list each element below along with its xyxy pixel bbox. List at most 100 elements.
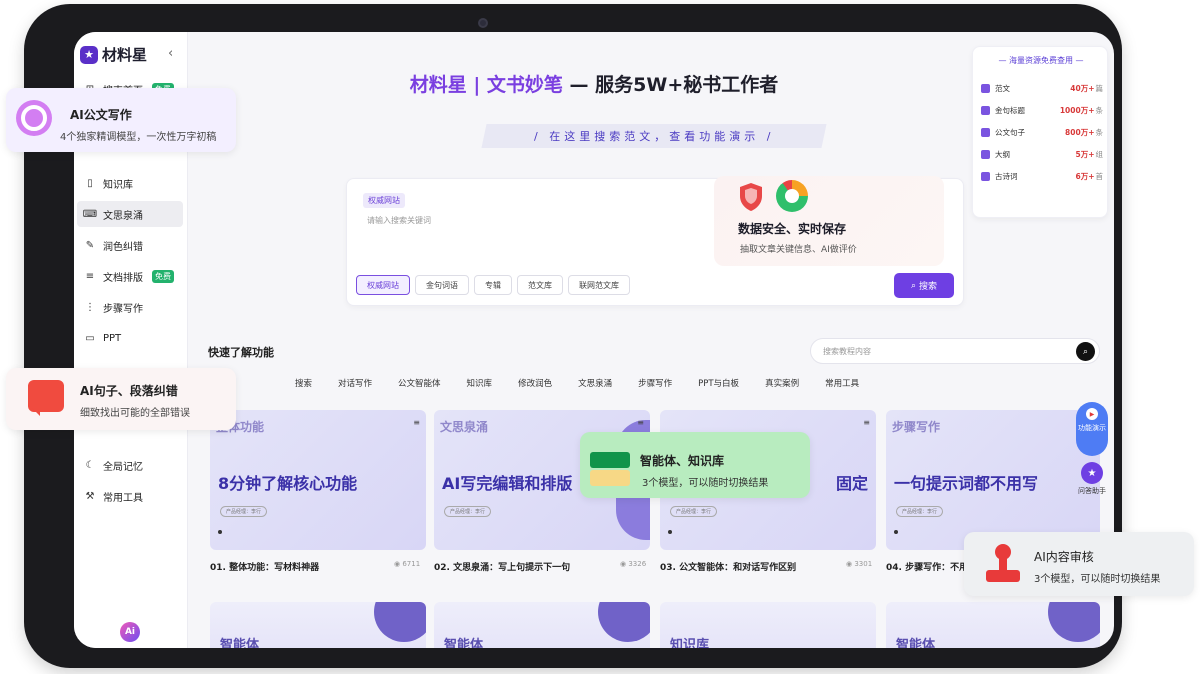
source-chip: 权威网站 [363, 193, 405, 208]
callout-subtitle: 3个模型，可以随时切换结果 [642, 478, 769, 489]
card-title[interactable]: 01. 整体功能：写材料神器 [210, 560, 319, 573]
sidebar-item-label: 知识库 [103, 179, 133, 191]
tab-category[interactable]: 常用工具 [812, 376, 872, 390]
tutorial-search-placeholder: 搜索教程内容 [823, 346, 871, 356]
carousel-dot [668, 530, 672, 534]
view-count: ◉ 6711 [394, 560, 421, 568]
decorative-wave [374, 602, 426, 642]
callout-title: AI公文写作 [70, 108, 132, 122]
card-pill: 产品经理：李行 [444, 506, 492, 517]
logo[interactable]: ★ 材料星 [80, 44, 147, 65]
card-title[interactable]: 02. 文思泉涌：写上句提示下一句 [434, 560, 570, 573]
tab-phrases[interactable]: 金句词语 [415, 275, 469, 295]
collapse-sidebar-icon[interactable]: ‹ [168, 46, 173, 61]
tab-category[interactable]: 搜索 [282, 376, 325, 390]
doc-icon [981, 83, 990, 93]
tutorial-card[interactable]: 知识库 [660, 602, 876, 648]
search-button-label: 搜索 [919, 282, 938, 292]
card-headline: 智能体 [896, 638, 936, 648]
sidebar-item-layout[interactable]: ≡ 文档排版 免费 [77, 263, 183, 289]
tab-album[interactable]: 专辑 [474, 275, 512, 295]
sidebar-item-wensi[interactable]: ⌨ 文思泉涌 [77, 201, 183, 227]
callout-content-review: AI内容审核 3个模型，可以随时切换结果 [964, 532, 1194, 596]
stat-value: 6万+ [1075, 171, 1095, 181]
ai-assistant-icon[interactable]: Ai [120, 622, 140, 642]
sidebar-item-knowledge[interactable]: ▯ 知识库 [77, 170, 183, 196]
sidebar-item-steps[interactable]: ⋮ 步骤写作 [77, 294, 183, 320]
callout-title: AI内容审核 [1034, 550, 1094, 564]
page-title: 材料星 | 文书妙笔 — 服务5W+秘书工作者 [254, 70, 934, 97]
decorative-wave [598, 602, 650, 642]
sidebar-item-memory[interactable]: ☾ 全局记忆 [77, 452, 183, 478]
menu-icon[interactable]: ≡ [637, 418, 644, 427]
chat-bubble-icon [28, 380, 64, 416]
stat-value: 800万+ [1065, 127, 1095, 137]
folder-stack-icon [590, 452, 630, 486]
search-icon[interactable]: ⌕ [1076, 342, 1095, 361]
outline-icon [981, 149, 990, 159]
tab-category[interactable]: 修改润色 [505, 376, 565, 390]
tutorial-card[interactable]: 智能体 [210, 602, 426, 648]
stat-row[interactable]: 范文 40万+ 篇 [981, 81, 1103, 95]
steps-icon: ⋮ [85, 301, 95, 313]
card-pill: 产品经理：李行 [220, 506, 268, 517]
search-banner-text: / 在这里搜索范文，查看功能演示 / [533, 130, 775, 143]
tab-category[interactable]: 公文智能体 [385, 376, 454, 390]
carousel-dot [894, 530, 898, 534]
keyboard-icon: ⌨ [82, 208, 98, 220]
menu-icon[interactable]: ≡ [863, 418, 870, 427]
stat-row[interactable]: 大纲 5万+ 组 [981, 147, 1103, 161]
stat-row[interactable]: 金句标题 1000万+ 条 [981, 103, 1103, 117]
callout-title: 智能体、知识库 [640, 454, 725, 468]
stat-label: 范文 [995, 83, 1010, 93]
card-headline: 智能体 [444, 638, 484, 648]
stat-row[interactable]: 古诗词 6万+ 首 [981, 169, 1103, 183]
tutorial-card[interactable]: 步骤写作 一句提示词都不用写 产品经理：李行 [886, 410, 1100, 550]
sidebar-item-tools[interactable]: ⚒ 常用工具 [77, 483, 183, 509]
stat-row[interactable]: 公文句子 800万+ 条 [981, 125, 1103, 139]
tab-samples[interactable]: 范文库 [517, 275, 563, 295]
sidebar-item-label: 常用工具 [103, 492, 143, 504]
sidebar-item-label: PPT [103, 332, 122, 344]
search-input[interactable]: 请输入搜索关键词 [367, 215, 431, 226]
qa-assistant-button[interactable]: ★ 问答助手 [1076, 462, 1108, 516]
tab-authority[interactable]: 权威网站 [356, 275, 410, 295]
card-pill: 产品经理：李行 [896, 506, 944, 517]
tab-category[interactable]: 真实案例 [752, 376, 812, 390]
search-source-tabs: 权威网站 金句词语 专辑 范文库 联网范文库 [356, 275, 630, 295]
sidebar-item-ppt[interactable]: ▭ PPT [77, 325, 183, 351]
card-headline: 一句提示词都不用写 [894, 474, 1039, 493]
tab-category[interactable]: 步骤写作 [625, 376, 685, 390]
title-dash: — [562, 74, 596, 96]
sidebar-item-label: 文档排版 [103, 272, 143, 284]
stat-unit: 篇 [1095, 83, 1104, 93]
card-tag: 文思泉涌 [440, 420, 489, 434]
tutorial-card[interactable]: 智能体 [434, 602, 650, 648]
poem-icon [981, 171, 990, 181]
tab-category[interactable]: PPT与白板 [685, 376, 752, 390]
tab-category[interactable]: 知识库 [454, 376, 506, 390]
sidebar-item-label: 文思泉涌 [103, 210, 143, 222]
camera-icon [478, 18, 488, 28]
tab-online-samples[interactable]: 联网范文库 [568, 275, 630, 295]
page-root: { "sidebar": { "logo_text": "材料星", "coll… [0, 0, 1200, 674]
sidebar-item-polish[interactable]: ✎ 润色纠错 [77, 232, 183, 258]
card-title[interactable]: 03. 公文智能体：和对话写作区别 [660, 560, 796, 573]
view-count-value: 3326 [628, 560, 647, 568]
tagline: 服务5W+秘书工作者 [595, 74, 779, 96]
menu-icon[interactable]: ≡ [413, 418, 420, 427]
tutorial-card[interactable]: 整体功能 8分钟了解核心功能 产品经理：李行 ≡ [210, 410, 426, 550]
callout-error-correction: AI句子、段落纠错 细致找出可能的全部错误 [6, 368, 236, 430]
sidebar-item-label: 润色纠错 [103, 241, 143, 253]
quote-icon [981, 105, 990, 115]
tab-category[interactable]: 对话写作 [325, 376, 385, 390]
tab-category[interactable]: 文思泉涌 [565, 376, 625, 390]
tutorial-card[interactable]: 智能体 [886, 602, 1100, 648]
search-button[interactable]: ⌕ 搜索 [894, 273, 954, 298]
feature-demo-button[interactable]: ▶ 功能演示 [1076, 402, 1108, 456]
tutorial-search-input[interactable]: 搜索教程内容 ⌕ [810, 338, 1100, 364]
pie-chart-icon [776, 180, 808, 212]
stat-label: 金句标题 [995, 105, 1025, 115]
qa-assistant-label: 问答助手 [1078, 487, 1106, 495]
view-count: ◉ 3301 [846, 560, 873, 568]
